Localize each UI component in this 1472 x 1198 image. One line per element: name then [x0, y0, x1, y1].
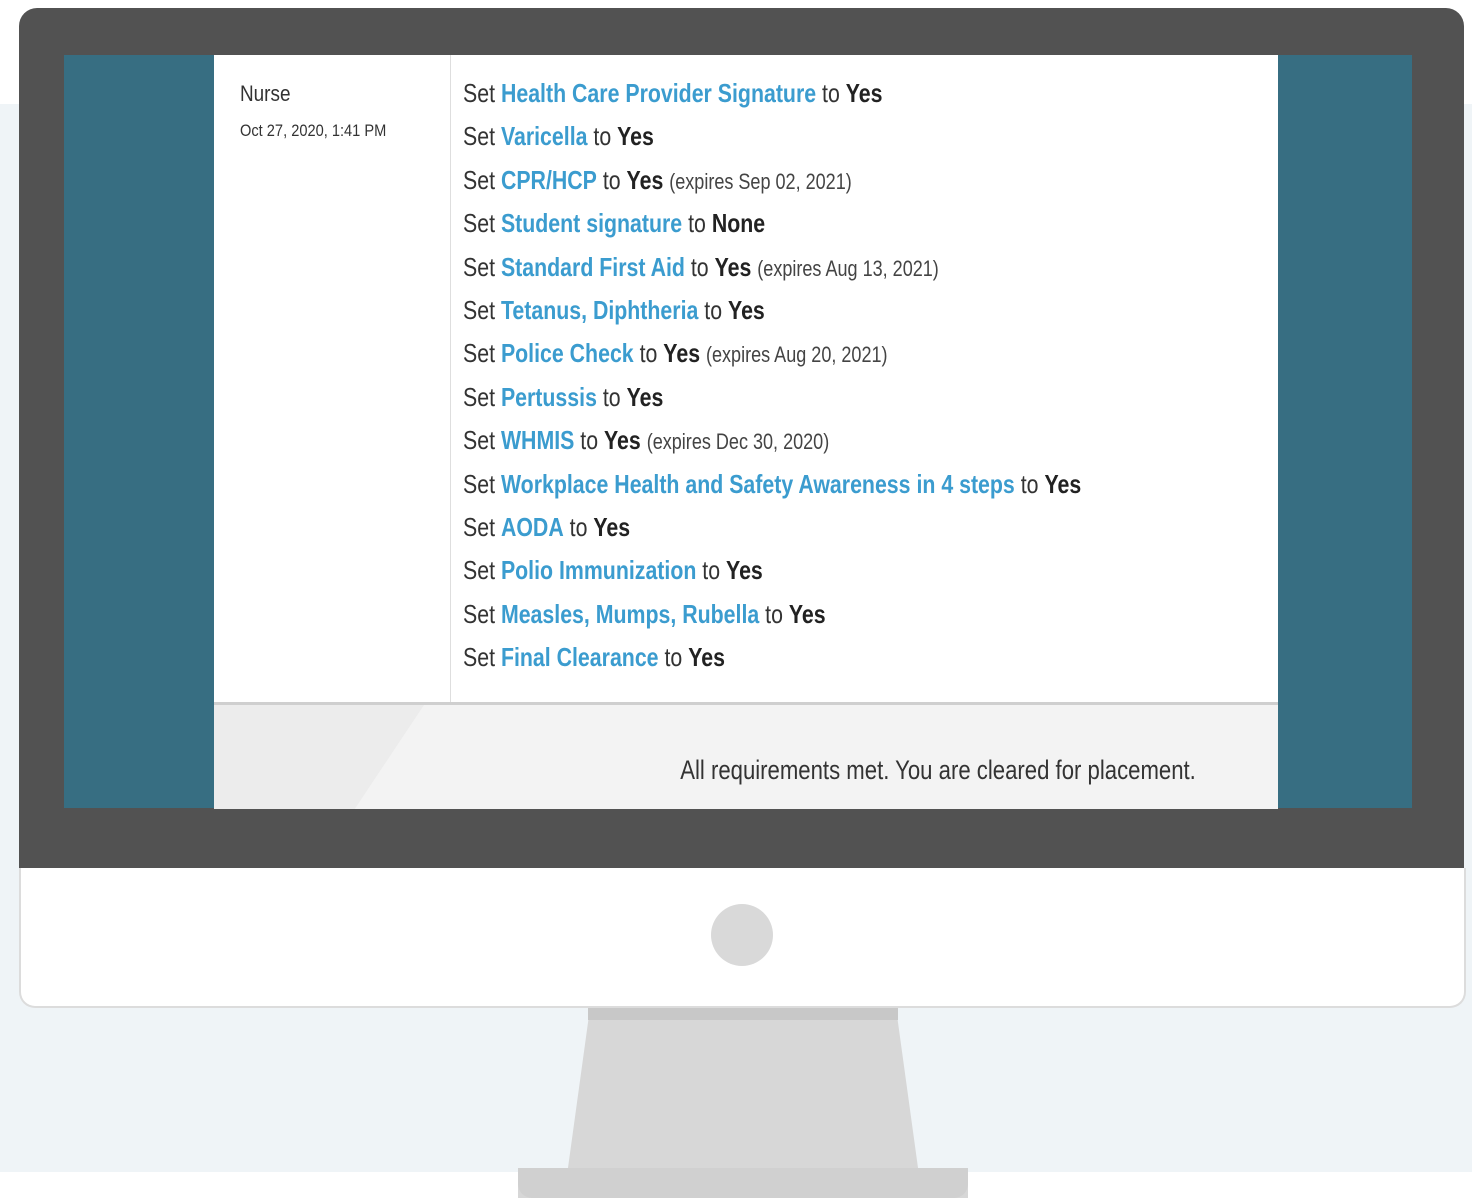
- change-list: Set Health Care Provider Signature to Ye…: [463, 75, 1217, 682]
- requirement-value: Yes: [604, 425, 641, 456]
- change-item: Set Tetanus, Diphtheria to Yes: [463, 294, 765, 325]
- page: Nurse Oct 27, 2020, 1:41 PM Set Health C…: [0, 0, 1472, 1198]
- requirement-link[interactable]: Polio Immunization: [501, 555, 696, 585]
- requirement-value: Yes: [593, 511, 631, 542]
- change-item: Set Police Check to Yes (expires Aug 20,…: [463, 338, 888, 369]
- requirement-value: Yes: [626, 164, 664, 195]
- change-item: Set Polio Immunization to Yes: [463, 555, 763, 586]
- change-item: Set Pertussis to Yes: [463, 381, 664, 412]
- change-item: Set Health Care Provider Signature to Ye…: [463, 78, 883, 108]
- monitor-stand-base: [518, 1168, 968, 1198]
- requirement-link[interactable]: Measles, Mumps, Rubella: [501, 599, 759, 629]
- requirement-value: None: [711, 208, 766, 239]
- entry-author: Nurse: [240, 81, 291, 106]
- requirement-link[interactable]: Student signature: [501, 208, 682, 238]
- stand-shadow: [588, 1008, 898, 1020]
- entry-meta: Nurse Oct 27, 2020, 1:41 PM: [214, 55, 451, 702]
- requirement-link[interactable]: Police Check: [501, 338, 634, 368]
- requirement-link[interactable]: Pertussis: [501, 382, 597, 412]
- clearance-status: All requirements met. You are cleared fo…: [680, 755, 1196, 785]
- requirement-link[interactable]: AODA: [501, 512, 564, 542]
- change-item: Set CPR/HCP to Yes (expires Sep 02, 2021…: [463, 164, 852, 195]
- change-item: Set Measles, Mumps, Rubella to Yes: [463, 598, 826, 629]
- change-item: Set WHMIS to Yes (expires Dec 30, 2020): [463, 425, 830, 456]
- requirement-value: Yes: [688, 642, 725, 673]
- change-item: Set Varicella to Yes: [463, 121, 654, 152]
- history-entry-card: Nurse Oct 27, 2020, 1:41 PM Set Health C…: [214, 55, 1278, 809]
- requirement-link[interactable]: Varicella: [501, 121, 588, 151]
- change-item: Set Standard First Aid to Yes (expires A…: [463, 251, 939, 282]
- requirement-link[interactable]: CPR/HCP: [501, 165, 597, 195]
- requirement-value: Yes: [714, 251, 752, 282]
- requirement-link[interactable]: Final Clearance: [501, 642, 659, 672]
- change-item: Set Student signature to None: [463, 208, 766, 239]
- requirement-value: Yes: [728, 294, 765, 325]
- expiry-note: (expires Aug 13, 2021): [757, 255, 939, 281]
- entry-timestamp: Oct 27, 2020, 1:41 PM: [240, 121, 387, 140]
- change-item: Set Workplace Health and Safety Awarenes…: [463, 468, 1082, 499]
- expiry-note: (expires Aug 20, 2021): [706, 342, 888, 368]
- power-button-icon: [711, 904, 773, 966]
- expiry-note: (expires Sep 02, 2021): [669, 168, 852, 194]
- footer-shade: [214, 705, 424, 809]
- requirement-value: Yes: [845, 78, 883, 108]
- requirement-value: Yes: [726, 555, 763, 586]
- requirement-link[interactable]: Health Care Provider Signature: [501, 78, 816, 108]
- expiry-note: (expires Dec 30, 2020): [646, 429, 830, 455]
- requirement-value: Yes: [1044, 468, 1082, 499]
- requirement-link[interactable]: WHMIS: [501, 425, 574, 455]
- status-footer: All requirements met. You are cleared fo…: [214, 702, 1278, 809]
- change-item: Set Final Clearance to Yes: [463, 642, 725, 673]
- requirement-link[interactable]: Workplace Health and Safety Awareness in…: [501, 469, 1015, 499]
- requirement-value: Yes: [788, 598, 826, 629]
- requirement-value: Yes: [663, 338, 701, 369]
- requirement-link[interactable]: Standard First Aid: [501, 252, 685, 282]
- requirement-value: Yes: [617, 121, 654, 152]
- requirement-link[interactable]: Tetanus, Diphtheria: [501, 295, 698, 325]
- requirement-value: Yes: [626, 381, 664, 412]
- change-item: Set AODA to Yes: [463, 511, 631, 542]
